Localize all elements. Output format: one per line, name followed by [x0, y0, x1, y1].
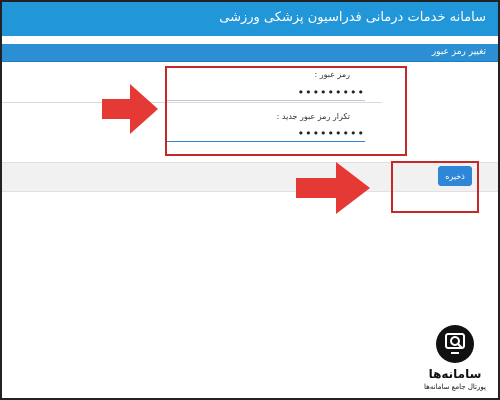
app-header: سامانه خدمات درمانی فدراسیون پزشکی ورزشی	[2, 2, 498, 36]
password-fields-highlight	[165, 66, 407, 156]
brand-name: سامانه‌ها	[428, 367, 482, 381]
arrow-right-icon	[296, 162, 370, 214]
search-monitor-icon	[445, 333, 465, 354]
brand-emblem	[436, 325, 474, 363]
panel-header: تغییر رمز عبور	[2, 44, 498, 62]
brand-logo: سامانه‌ها پورتال جامع سامانه‌ها	[415, 323, 495, 393]
brand-tagline: پورتال جامع سامانه‌ها	[424, 383, 486, 391]
arrow-right-icon	[102, 84, 158, 134]
panel-title: تغییر رمز عبور	[431, 47, 486, 57]
app-title: سامانه خدمات درمانی فدراسیون پزشکی ورزشی	[219, 10, 486, 25]
save-button-highlight	[391, 161, 479, 213]
